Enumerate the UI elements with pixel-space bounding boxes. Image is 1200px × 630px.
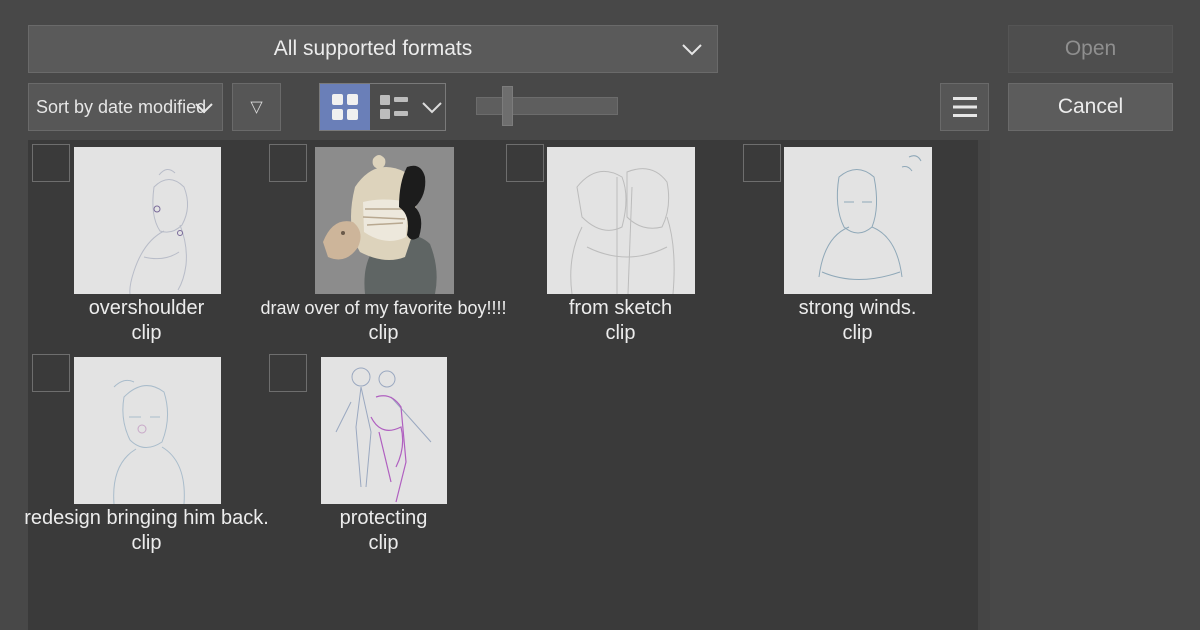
menu-button[interactable] bbox=[940, 83, 989, 131]
sketch-thumbnail-image bbox=[113, 379, 185, 504]
sketch-thumbnail-image bbox=[129, 169, 188, 294]
format-select[interactable]: All supported formats bbox=[28, 25, 718, 73]
file-tile[interactable]: from sketch clip bbox=[502, 140, 739, 350]
file-thumbnail[interactable] bbox=[315, 147, 454, 294]
chevron-down-icon bbox=[195, 103, 213, 114]
color-thumbnail-image bbox=[315, 147, 454, 294]
file-tile[interactable]: draw over of my favorite boy!!!! clip bbox=[260, 140, 507, 350]
file-thumbnail[interactable] bbox=[74, 357, 221, 504]
file-extension: clip bbox=[368, 532, 399, 554]
file-grid-scrollbar[interactable] bbox=[978, 140, 990, 630]
file-extension: clip bbox=[605, 322, 636, 344]
sketch-thumbnail-image bbox=[818, 155, 922, 280]
file-tile[interactable]: protecting clip bbox=[265, 350, 502, 560]
sort-select-label: Sort by date modified bbox=[36, 96, 207, 117]
file-extension: clip bbox=[842, 322, 873, 344]
file-checkbox[interactable] bbox=[743, 144, 781, 182]
open-button-label: Open bbox=[1064, 37, 1117, 60]
view-mode-switch[interactable] bbox=[319, 83, 446, 131]
file-name: draw over of my favorite boy!!!! bbox=[260, 298, 507, 318]
cancel-button[interactable]: Cancel bbox=[1008, 83, 1173, 131]
list-view-icon bbox=[380, 95, 408, 119]
sort-select[interactable]: Sort by date modified bbox=[28, 83, 223, 131]
file-thumbnail[interactable] bbox=[547, 147, 695, 294]
file-grid[interactable]: overshoulder clip draw over of my favori… bbox=[24, 140, 978, 630]
list-view-button[interactable] bbox=[370, 84, 418, 130]
sketch-thumbnail-image bbox=[335, 367, 432, 503]
format-select-label: All supported formats bbox=[273, 37, 473, 60]
file-extension: clip bbox=[131, 532, 162, 554]
file-extension: clip bbox=[368, 322, 399, 344]
file-thumbnail[interactable] bbox=[321, 357, 447, 504]
file-checkbox[interactable] bbox=[506, 144, 544, 182]
file-name: from sketch bbox=[568, 297, 673, 319]
file-name: protecting bbox=[339, 507, 428, 529]
thumbnail-size-slider[interactable] bbox=[476, 97, 618, 115]
file-thumbnail[interactable] bbox=[784, 147, 932, 294]
sketch-thumbnail-image bbox=[570, 168, 675, 294]
menu-icon bbox=[952, 97, 977, 117]
file-name: strong winds. bbox=[798, 297, 917, 319]
file-checkbox[interactable] bbox=[32, 144, 70, 182]
filter-button[interactable]: ▽ bbox=[232, 83, 281, 131]
file-checkbox[interactable] bbox=[269, 144, 307, 182]
grid-view-icon bbox=[332, 94, 358, 120]
file-tile[interactable]: strong winds. clip bbox=[739, 140, 976, 350]
file-thumbnail[interactable] bbox=[74, 147, 221, 294]
chevron-down-icon bbox=[421, 102, 442, 114]
chevron-down-icon bbox=[682, 44, 702, 56]
view-options-dropdown[interactable] bbox=[418, 84, 445, 130]
filter-icon: ▽ bbox=[250, 99, 263, 116]
file-name: redesign bringing him back. bbox=[24, 507, 269, 529]
file-checkbox[interactable] bbox=[269, 354, 307, 392]
file-tile[interactable]: redesign bringing him back. clip bbox=[24, 350, 269, 560]
file-checkbox[interactable] bbox=[32, 354, 70, 392]
cancel-button-label: Cancel bbox=[1057, 95, 1124, 118]
file-name: overshoulder bbox=[88, 297, 205, 319]
grid-view-button[interactable] bbox=[320, 84, 370, 130]
file-tile[interactable]: overshoulder clip bbox=[28, 140, 265, 350]
file-extension: clip bbox=[131, 322, 162, 344]
thumbnail-size-slider-handle[interactable] bbox=[502, 86, 514, 126]
open-button[interactable]: Open bbox=[1008, 25, 1173, 73]
